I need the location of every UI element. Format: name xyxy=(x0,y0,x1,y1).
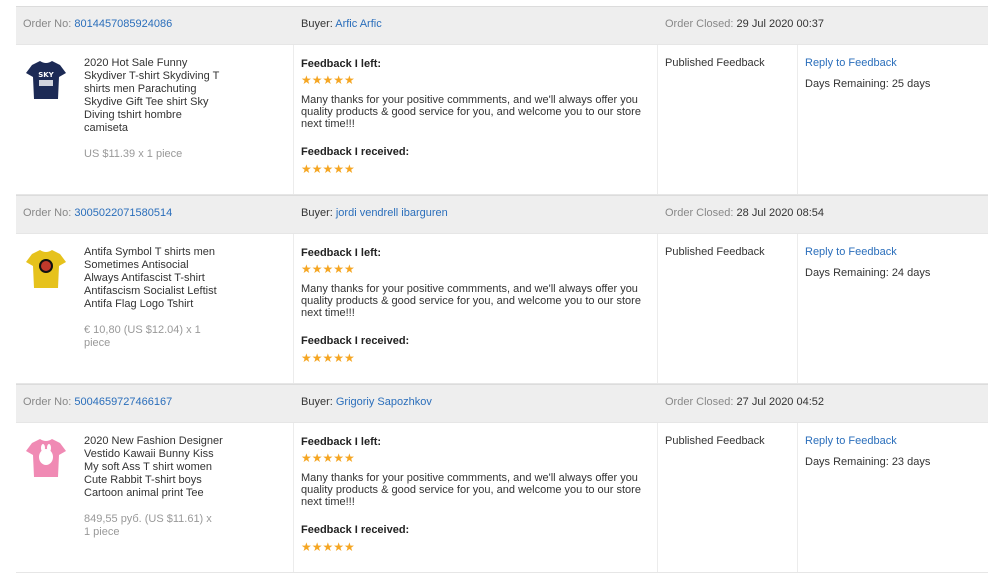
order-body: Antifa Symbol T shirts men Sometimes Ant… xyxy=(16,234,988,384)
order-closed-label: Order Closed: xyxy=(665,207,734,219)
order-body: 2020 New Fashion Designer Vestido Kawaii… xyxy=(16,423,988,573)
order-number: Order No: 8014457085924086 xyxy=(23,18,172,30)
order-number: Order No: 3005022071580514 xyxy=(23,207,172,219)
buyer-label: Buyer: xyxy=(301,396,333,408)
order-no-link[interactable]: 3005022071580514 xyxy=(74,207,172,219)
order-closed-date: 29 Jul 2020 00:37 xyxy=(736,18,825,30)
column-divider xyxy=(293,45,294,194)
feedback-left-stars: ★★★★★ xyxy=(301,262,355,276)
order-no-label: Order No: xyxy=(23,18,72,30)
buyer-label: Buyer: xyxy=(301,207,333,219)
orders-table: Order No: 8014457085924086 Buyer: Arfic … xyxy=(16,6,988,573)
feedback-left-stars: ★★★★★ xyxy=(301,451,355,465)
product-title-link[interactable]: 2020 New Fashion Designer Vestido Kawaii… xyxy=(84,435,224,500)
order-body: SKY 2020 Hot Sale Funny Skydiver T-shirt… xyxy=(16,45,988,195)
order-closed-label: Order Closed: xyxy=(665,18,734,30)
column-divider xyxy=(797,234,798,383)
product-image[interactable] xyxy=(24,246,68,290)
feedback-left-label: Feedback I left: xyxy=(301,58,382,70)
order-closed-label: Order Closed: xyxy=(665,396,734,408)
product-price: 849,55 руб. (US $11.61) x 1 piece xyxy=(84,513,212,538)
column-divider xyxy=(797,45,798,194)
feedback-left-stars: ★★★★★ xyxy=(301,73,355,87)
feedback-received-label: Feedback I received: xyxy=(301,146,410,158)
order-header: Order No: 3005022071580514 Buyer: jordi … xyxy=(16,195,988,234)
feedback-status: Published Feedback xyxy=(665,57,765,69)
reply-to-feedback-link[interactable]: Reply to Feedback xyxy=(805,435,897,447)
product-image-text: SKY xyxy=(38,71,54,79)
product-price: US $11.39 x 1 piece xyxy=(84,148,183,160)
feedback-left-text: Many thanks for your positive commments,… xyxy=(301,94,641,130)
order-no-label: Order No: xyxy=(23,207,72,219)
order-closed: Order Closed: 28 Jul 2020 08:54 xyxy=(665,207,824,219)
feedback-left-text: Many thanks for your positive commments,… xyxy=(301,283,641,319)
reply-to-feedback-link[interactable]: Reply to Feedback xyxy=(805,57,897,69)
product-image[interactable]: SKY xyxy=(24,57,68,101)
feedback-status: Published Feedback xyxy=(665,435,765,447)
product-title-link[interactable]: Antifa Symbol T shirts men Sometimes Ant… xyxy=(84,246,224,311)
column-divider xyxy=(797,423,798,572)
product-title-link[interactable]: 2020 Hot Sale Funny Skydiver T-shirt Sky… xyxy=(84,57,224,135)
order-no-link[interactable]: 8014457085924086 xyxy=(74,18,172,30)
order-header: Order No: 5004659727466167 Buyer: Grigor… xyxy=(16,384,988,423)
order-header: Order No: 8014457085924086 Buyer: Arfic … xyxy=(16,6,988,45)
order-closed-date: 27 Jul 2020 04:52 xyxy=(736,396,825,408)
column-divider xyxy=(293,423,294,572)
column-divider xyxy=(657,234,658,383)
buyer-link[interactable]: jordi vendrell ibarguren xyxy=(336,207,448,219)
column-divider xyxy=(657,423,658,572)
buyer-link[interactable]: Grigoriy Sapozhkov xyxy=(336,396,432,408)
product-price: € 10,80 (US $12.04) x 1 piece xyxy=(84,324,201,349)
order-closed: Order Closed: 27 Jul 2020 04:52 xyxy=(665,396,824,408)
feedback-left-label: Feedback I left: xyxy=(301,247,382,259)
feedback-received-label: Feedback I received: xyxy=(301,524,410,536)
column-divider xyxy=(657,45,658,194)
feedback-received-stars: ★★★★★ xyxy=(301,351,355,365)
product-image[interactable] xyxy=(24,435,68,479)
column-divider xyxy=(293,234,294,383)
buyer: Buyer: Arfic Arfic xyxy=(301,18,382,30)
days-remaining: Days Remaining: 25 days xyxy=(805,78,931,90)
feedback-status: Published Feedback xyxy=(665,246,765,258)
order-group: Order No: 5004659727466167 Buyer: Grigor… xyxy=(16,384,988,573)
order-group: Order No: 3005022071580514 Buyer: jordi … xyxy=(16,195,988,384)
order-no-link[interactable]: 5004659727466167 xyxy=(74,396,172,408)
buyer-link[interactable]: Arfic Arfic xyxy=(335,18,381,30)
order-group: Order No: 8014457085924086 Buyer: Arfic … xyxy=(16,6,988,195)
reply-to-feedback-link[interactable]: Reply to Feedback xyxy=(805,246,897,258)
order-closed-date: 28 Jul 2020 08:54 xyxy=(736,207,825,219)
order-no-label: Order No: xyxy=(23,396,72,408)
buyer: Buyer: jordi vendrell ibarguren xyxy=(301,207,448,219)
buyer: Buyer: Grigoriy Sapozhkov xyxy=(301,396,432,408)
feedback-left-label: Feedback I left: xyxy=(301,436,382,448)
order-closed: Order Closed: 29 Jul 2020 00:37 xyxy=(665,18,824,30)
buyer-label: Buyer: xyxy=(301,18,333,30)
feedback-received-stars: ★★★★★ xyxy=(301,162,355,176)
feedback-received-label: Feedback I received: xyxy=(301,335,410,347)
days-remaining: Days Remaining: 23 days xyxy=(805,456,931,468)
order-number: Order No: 5004659727466167 xyxy=(23,396,172,408)
days-remaining: Days Remaining: 24 days xyxy=(805,267,931,279)
feedback-left-text: Many thanks for your positive commments,… xyxy=(301,472,641,508)
